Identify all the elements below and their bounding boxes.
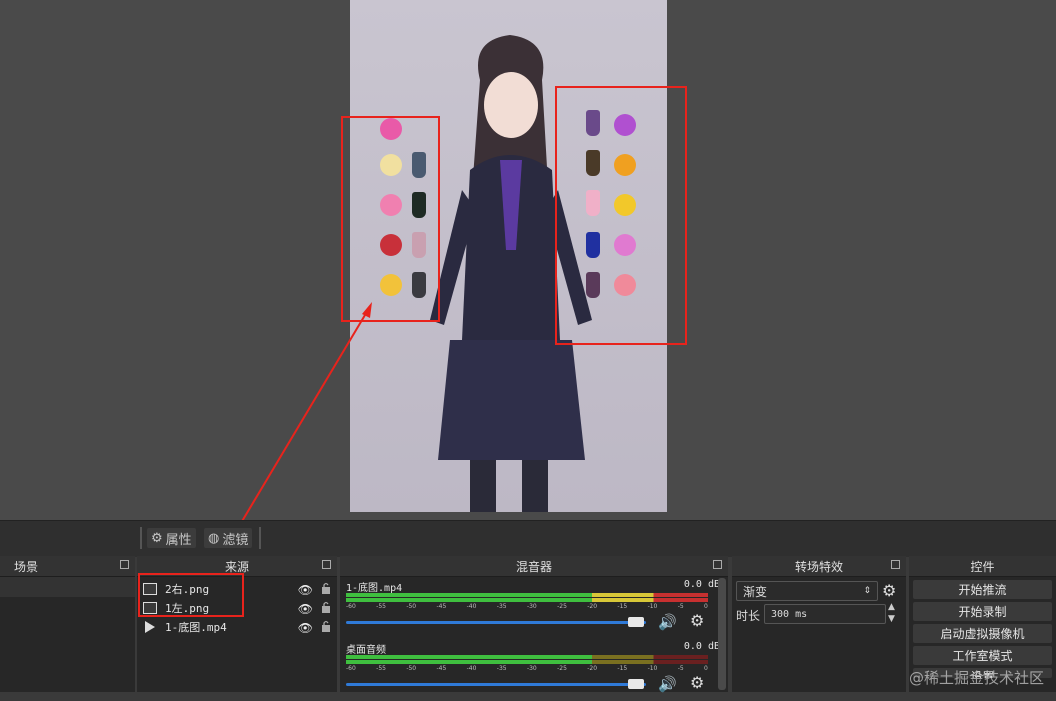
dock-icon[interactable] bbox=[120, 560, 129, 569]
source-item[interactable]: 1-底图.mp4 👁 bbox=[137, 617, 337, 636]
controls-header: 控件 bbox=[909, 556, 1056, 577]
sources-title: 来源 bbox=[224, 559, 249, 574]
lock-icon[interactable] bbox=[321, 582, 331, 594]
source-name: 1-底图.mp4 bbox=[165, 620, 227, 634]
transitions-panel: 转场特效 渐变 ⇕ ⚙ 时长 300 ms ▲ ▼ bbox=[732, 556, 906, 692]
dock-icon[interactable] bbox=[891, 560, 900, 569]
lock-icon[interactable] bbox=[321, 601, 331, 613]
transitions-title: 转场特效 bbox=[794, 559, 843, 574]
start-record-button[interactable]: 开始录制 bbox=[913, 602, 1052, 621]
scene-item[interactable] bbox=[0, 577, 135, 597]
filter-icon: ◍ bbox=[208, 530, 220, 546]
controls-title: 控件 bbox=[970, 559, 995, 574]
dock-icon[interactable] bbox=[713, 560, 722, 569]
mixer-channel: 1-底图.mp4 0.0 dB -60 -55 -50 -45 -40 -35 -30 -25… bbox=[340, 577, 728, 639]
source-toolbar: ⚙ 属性 ◍ 滤镜 bbox=[0, 520, 1056, 557]
filters-label: 滤镜 bbox=[222, 532, 249, 548]
highlight-box-sources bbox=[138, 573, 244, 617]
spin-up-icon[interactable]: ▲ bbox=[888, 602, 895, 612]
duration-label: 时长 bbox=[736, 609, 761, 623]
properties-label: 属性 bbox=[165, 532, 192, 548]
volume-meter bbox=[346, 655, 708, 659]
volume-meter bbox=[346, 660, 708, 664]
start-virtualcam-button[interactable]: 启动虚拟摄像机 bbox=[913, 624, 1052, 643]
scenes-panel: 场景 bbox=[0, 556, 135, 692]
speaker-icon[interactable]: 🔊 bbox=[658, 675, 677, 693]
properties-button[interactable]: ⚙ 属性 bbox=[147, 528, 196, 548]
eye-icon[interactable]: 👁 bbox=[298, 621, 313, 635]
lock-icon[interactable] bbox=[321, 620, 331, 632]
channel-name: 桌面音频 bbox=[346, 645, 386, 656]
speaker-icon[interactable]: 🔊 bbox=[658, 613, 677, 631]
dock-icon[interactable] bbox=[322, 560, 331, 569]
volume-meter bbox=[346, 598, 708, 602]
duration-input[interactable]: 300 ms bbox=[764, 604, 886, 624]
transition-select[interactable]: 渐变 ⇕ bbox=[736, 581, 878, 601]
transition-selected: 渐变 bbox=[743, 584, 768, 599]
mixer-title: 混音器 bbox=[515, 559, 552, 574]
gear-icon[interactable]: ⚙ bbox=[690, 673, 704, 692]
eye-icon[interactable]: 👁 bbox=[298, 602, 313, 616]
channel-name: 1-底图.mp4 bbox=[346, 583, 403, 594]
mixer-header: 混音器 bbox=[340, 556, 728, 577]
volume-fader-knob[interactable] bbox=[628, 679, 644, 689]
volume-meter bbox=[346, 593, 708, 597]
start-stream-button[interactable]: 开始推流 bbox=[913, 580, 1052, 599]
toolbar-divider bbox=[259, 527, 261, 549]
studio-mode-button[interactable]: 工作室模式 bbox=[913, 646, 1052, 665]
media-play-icon bbox=[145, 620, 155, 633]
updown-icon: ⇕ bbox=[863, 586, 871, 596]
channel-db: 0.0 dB bbox=[683, 641, 720, 652]
meter-scale: -60 -55 -50 -45 -40 -35 -30 -25 -20 -15 -10 -5 0 bbox=[346, 603, 708, 610]
mixer-scrollbar[interactable] bbox=[718, 578, 726, 690]
scenes-title: 场景 bbox=[14, 559, 39, 574]
sources-panel: 来源 2右.png 👁 1左.png 👁 1-底图.mp4 👁 bbox=[137, 556, 337, 692]
volume-fader-knob[interactable] bbox=[628, 617, 644, 627]
gear-icon[interactable]: ⚙ bbox=[882, 581, 896, 600]
watermark: @稀土掘金技术社区 bbox=[908, 669, 1044, 687]
scenes-header: 场景 bbox=[0, 556, 135, 577]
volume-fader[interactable] bbox=[346, 683, 646, 686]
transitions-header: 转场特效 bbox=[732, 556, 906, 577]
spin-down-icon[interactable]: ▼ bbox=[888, 614, 895, 624]
mixer-panel: 混音器 1-底图.mp4 0.0 dB -60 -55 -50 -45 -40 -35 -3… bbox=[340, 556, 728, 693]
duration-value: 300 ms bbox=[771, 608, 808, 620]
channel-db: 0.0 dB bbox=[683, 579, 720, 590]
gear-icon[interactable]: ⚙ bbox=[690, 611, 704, 630]
toolbar-divider bbox=[140, 527, 142, 549]
preview-area[interactable] bbox=[0, 0, 1056, 529]
gear-icon: ⚙ bbox=[151, 530, 163, 546]
volume-fader[interactable] bbox=[346, 621, 646, 624]
eye-icon[interactable]: 👁 bbox=[298, 583, 313, 597]
meter-scale: -60 -55 -50 -45 -40 -35 -30 -25 -20 -15 -10 -5 0 bbox=[346, 665, 708, 672]
filters-button[interactable]: ◍ 滤镜 bbox=[204, 528, 253, 548]
